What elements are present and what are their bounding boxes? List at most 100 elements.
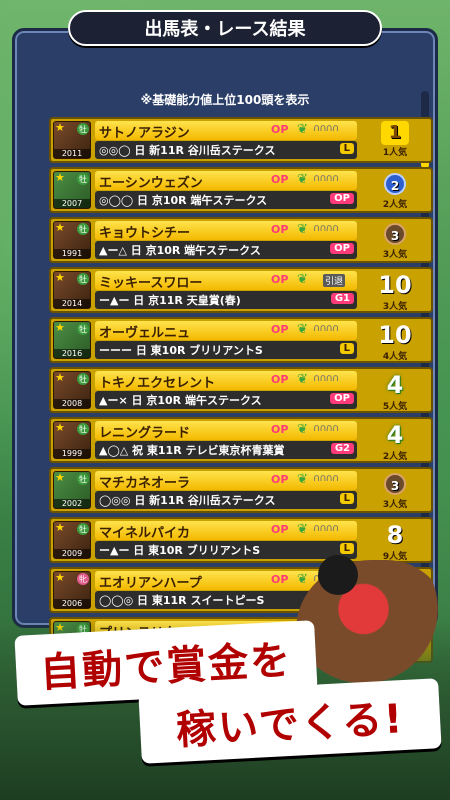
race-info: ◎◎◯ 日 新11R 谷川岳ステークス [99,144,276,157]
birth-year: 2016 [54,349,90,358]
laurel-icon: ❦ [297,122,308,137]
horseshoe-icons: ∩∩∩∩ [313,173,339,184]
race-info: ◯◯◎ 日 東11R スイートピーS [99,594,265,607]
race-info-bar: ー▲ー 日 京11R 天皇賞(春) G1 [95,291,357,309]
race-info-bar: ーーー 日 東10R ブリリアントS L [95,341,357,359]
race-info-bar: ◯◎◎ 日 新11R 谷川岳ステークス L [95,491,357,509]
rank-number: 10 [378,271,412,299]
race-row[interactable]: ★ 牡 2014 ミッキースワロー OP ❦ 引退 ー▲ー 日 京11R 天皇賞… [49,267,433,313]
rank-number: 10 [378,321,412,349]
laurel-icon: ❦ [297,372,308,387]
horseshoe-icons: ∩∩∩∩ [313,523,339,534]
op-label: OP [271,273,289,286]
race-info-bar: ◎◯◯ 日 京10R 端午ステークス OP [95,191,357,209]
rank-number: 4 [386,421,404,449]
race-row[interactable]: ★ 牡 2016 オーヴェルニュ OP ❦ ∩∩∩∩ ーーー 日 東10R ブリ… [49,317,433,363]
laurel-icon: ❦ [297,322,308,337]
horse-name: エーシンウェズン [99,176,203,191]
birth-year: 2008 [54,399,90,408]
sex-badge: 牡 [77,273,89,285]
retired-badge: 引退 [323,274,346,287]
birth-year: 1999 [54,449,90,458]
sex-badge: 牡 [77,523,89,535]
op-label: OP [271,223,289,236]
subtitle: ※基礎能力値上位100頭を表示 [140,93,310,107]
popularity: 1人気 [382,148,408,158]
race-row[interactable]: ★ 牡 2007 エーシンウェズン OP ❦ ∩∩∩∩ ◎◯◯ 日 京10R 端… [49,167,433,213]
race-grade-badge: OP [330,193,354,204]
horse-name: マイネルパイカ [99,526,191,541]
op-label: OP [271,123,289,136]
horse-name: エオリアンハープ [99,576,202,591]
finish-rank: 4 2人気 [361,421,429,462]
race-info: ーーー 日 東10R ブリリアントS [99,344,263,357]
rank-number: 4 [386,371,404,399]
star-icon: ★ [55,171,65,184]
race-info: ◯◎◎ 日 新11R 谷川岳ステークス [99,494,276,507]
birth-year: 2014 [54,299,90,308]
laurel-icon: ❦ [297,572,308,587]
op-label: OP [271,573,289,586]
race-info: ー▲ー 日 京11R 天皇賞(春) [99,294,241,307]
race-row[interactable]: ★ 牡 1999 レニングラード OP ❦ ∩∩∩∩ ▲◯△ 祝 東11R テレ… [49,417,433,463]
star-icon: ★ [55,571,65,584]
race-info: ▲ー× 日 京10R 端午ステークス [99,394,262,407]
sex-badge: 牡 [77,173,89,185]
race-row[interactable]: ★ 牡 2009 マイネルパイカ OP ❦ ∩∩∩∩ ー▲ー 日 東10R ブリ… [49,517,433,563]
popularity: 3人気 [382,500,408,510]
name-bar: ミッキースワロー OP ❦ 引退 [95,271,357,291]
name-bar: レニングラード OP ❦ ∩∩∩∩ [95,421,357,441]
popularity: 3人気 [382,250,408,260]
horse-portrait: ★ 牡 2014 [53,271,91,309]
name-bar: トキノエクセレント OP ❦ ∩∩∩∩ [95,371,357,391]
horse-portrait: ★ 牡 2016 [53,321,91,359]
horse-name: サトノアラジン [99,126,190,141]
star-icon: ★ [55,321,65,334]
star-icon: ★ [55,521,65,534]
op-label: OP [271,423,289,436]
rank-number: 1 [381,121,409,145]
race-grade-badge: G2 [330,443,354,454]
star-icon: ★ [55,371,65,384]
horse-name: レニングラード [99,426,191,441]
name-bar: エーシンウェズン OP ❦ ∩∩∩∩ [95,171,357,191]
horseshoe-icons: ∩∩∩∩ [313,473,339,484]
star-icon: ★ [55,121,65,134]
horse-portrait: ★ 牡 1991 [53,221,91,259]
race-info: ー▲ー 日 東10R ブリリアントS [99,544,261,557]
race-info-bar: ▲ー× 日 京10R 端午ステークス OP [95,391,357,409]
sex-badge: 牡 [77,373,89,385]
op-label: OP [271,173,289,186]
name-bar: マイネルパイカ OP ❦ ∩∩∩∩ [95,521,357,541]
sex-badge: 牡 [77,473,89,485]
popularity: 4人気 [382,352,408,362]
finish-rank: 4 5人気 [361,371,429,412]
horse-portrait: ★ 牡 2007 [53,171,91,209]
horse-portrait: ★ 牡 2008 [53,371,91,409]
race-grade-badge: L [339,143,354,154]
laurel-icon: ❦ [297,472,308,487]
sex-badge: 牡 [77,423,89,435]
horse-name: ミッキースワロー [99,276,203,291]
finish-rank: 10 4人気 [361,321,429,362]
sex-badge: 牡 [77,323,89,335]
race-grade-badge: L [339,343,354,354]
race-info-bar: ー▲ー 日 東10R ブリリアントS L [95,541,357,559]
race-info: ▲ー△ 日 京10R 端午ステークス [99,244,261,257]
sex-badge: 牝 [77,573,89,585]
laurel-icon: ❦ [297,222,308,237]
page-title: 出馬表・レース結果 [68,10,382,46]
horseshoe-icons: ∩∩∩∩ [313,123,339,134]
race-info: ▲◯△ 祝 東11R テレビ東京杯青葉賞 [99,444,285,457]
race-info-bar: ▲ー△ 日 京10R 端午ステークス OP [95,241,357,259]
popularity: 3人気 [382,302,408,312]
horse-portrait: ★ 牡 2009 [53,521,91,559]
race-row[interactable]: ★ 牡 2002 マチカネオーラ OP ❦ ∩∩∩∩ ◯◎◎ 日 新11R 谷川… [49,467,433,513]
birth-year: 2007 [54,199,90,208]
name-bar: マチカネオーラ OP ❦ ∩∩∩∩ [95,471,357,491]
race-row[interactable]: ★ 牡 2011 サトノアラジン OP ❦ ∩∩∩∩ ◎◎◯ 日 新11R 谷川… [49,117,433,163]
race-row[interactable]: ★ 牡 2008 トキノエクセレント OP ❦ ∩∩∩∩ ▲ー× 日 京10R … [49,367,433,413]
horseshoe-icons: ∩∩∩∩ [313,373,339,384]
op-label: OP [271,373,289,386]
race-row[interactable]: ★ 牡 1991 キョウトシチー OP ❦ ∩∩∩∩ ▲ー△ 日 京10R 端午… [49,217,433,263]
